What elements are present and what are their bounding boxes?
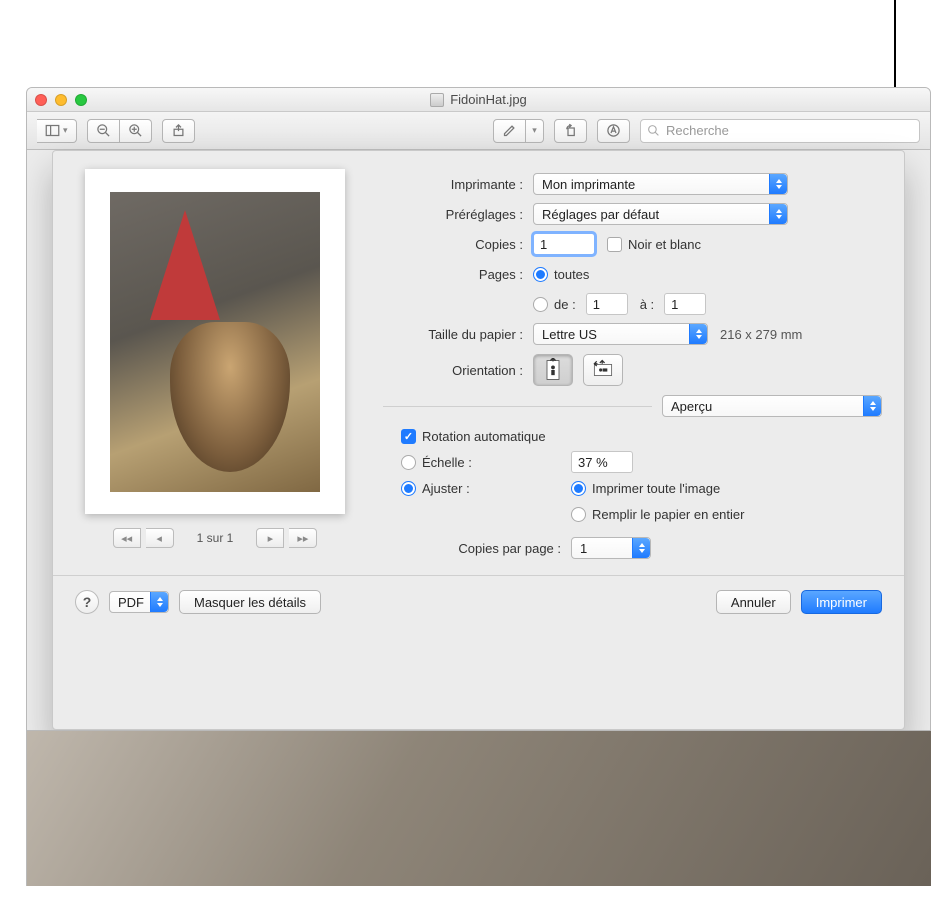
rotate-button[interactable] [554, 119, 587, 143]
landscape-icon [592, 358, 614, 382]
pages-to-label: à : [640, 297, 654, 312]
autorotate-checkbox[interactable] [401, 429, 416, 444]
presets-label: Préréglages : [383, 207, 533, 222]
markup-menu-button[interactable]: ▾ [526, 119, 544, 143]
zoom-in-icon [128, 123, 143, 138]
prev-page-button[interactable]: ◂ [146, 528, 174, 548]
scale-label: Échelle : [422, 455, 472, 470]
orientation-portrait-button[interactable] [533, 354, 573, 386]
print-preview-column: ◂◂ ◂ 1 sur 1 ▸ ▸▸ [75, 169, 355, 561]
portrait-icon [542, 358, 564, 382]
print-button[interactable]: Imprimer [801, 590, 882, 614]
presets-select[interactable]: Réglages par défaut [533, 203, 788, 225]
zoom-icon[interactable] [75, 94, 87, 106]
window-controls [35, 94, 87, 106]
pages-from-field[interactable]: 1 [586, 293, 628, 315]
zoom-out-icon [96, 123, 111, 138]
print-dialog: ◂◂ ◂ 1 sur 1 ▸ ▸▸ Imprimante : Mon impri… [52, 150, 905, 730]
bw-label: Noir et blanc [628, 237, 701, 252]
minimize-icon[interactable] [55, 94, 67, 106]
pages-to-field[interactable]: 1 [664, 293, 706, 315]
zoom-out-button[interactable] [87, 119, 120, 143]
sidebar-icon [45, 123, 60, 138]
app-window: FidoinHat.jpg ▾ ▾ [26, 87, 931, 731]
pencil-icon [502, 123, 517, 138]
fit-fill-paper-radio[interactable] [571, 507, 586, 522]
search-icon [647, 124, 660, 137]
paper-size-label: Taille du papier : [383, 327, 533, 342]
fit-fill-paper-label: Remplir le papier en entier [592, 507, 744, 522]
sidebar-toggle-button[interactable]: ▾ [37, 119, 77, 143]
toolbar: ▾ ▾ Recherche [27, 112, 930, 150]
dialog-footer: ? PDF Masquer les détails Annuler Imprim… [75, 586, 882, 614]
fit-print-whole-radio[interactable] [571, 481, 586, 496]
markup-button[interactable] [493, 119, 526, 143]
copies-field[interactable]: 1 [533, 233, 595, 255]
titlebar: FidoinHat.jpg [27, 88, 930, 112]
copies-label: Copies : [383, 237, 533, 252]
autorotate-label: Rotation automatique [422, 429, 546, 444]
pages-label: Pages : [383, 267, 533, 282]
window-title: FidoinHat.jpg [450, 92, 527, 107]
last-page-button[interactable]: ▸▸ [289, 528, 317, 548]
close-icon[interactable] [35, 94, 47, 106]
share-icon [171, 123, 186, 138]
bw-checkbox[interactable] [607, 237, 622, 252]
document-background-image [26, 731, 931, 886]
chevron-down-icon: ▾ [532, 125, 537, 136]
annotate-button[interactable] [597, 119, 630, 143]
orientation-landscape-button[interactable] [583, 354, 623, 386]
share-button[interactable] [162, 119, 195, 143]
pages-all-label: toutes [554, 267, 589, 282]
printer-label: Imprimante : [383, 177, 533, 192]
printer-select[interactable]: Mon imprimante [533, 173, 788, 195]
document-icon [430, 93, 444, 107]
divider [53, 575, 904, 576]
print-preview-page [85, 169, 345, 514]
copies-per-page-label: Copies par page : [458, 541, 561, 556]
scale-field[interactable]: 37 % [571, 451, 633, 473]
scale-radio[interactable] [401, 455, 416, 470]
rotate-icon [563, 123, 578, 138]
pages-all-radio[interactable] [533, 267, 548, 282]
paper-size-select[interactable]: Lettre US [533, 323, 708, 345]
pages-range-radio[interactable] [533, 297, 548, 312]
annotate-icon [606, 123, 621, 138]
options-section-select[interactable]: Aperçu [662, 395, 882, 417]
hide-details-button[interactable]: Masquer les détails [179, 590, 321, 614]
paper-dimensions: 216 x 279 mm [720, 327, 802, 342]
pdf-menu[interactable]: PDF [109, 591, 169, 613]
search-input[interactable]: Recherche [640, 119, 920, 143]
fit-label: Ajuster : [422, 481, 470, 496]
pages-from-label: de : [554, 297, 576, 312]
page-indicator: 1 sur 1 [179, 531, 252, 545]
search-placeholder: Recherche [666, 123, 729, 138]
fit-print-whole-label: Imprimer toute l'image [592, 481, 720, 496]
help-button[interactable]: ? [75, 590, 99, 614]
print-options-form: Imprimante : Mon imprimante Préréglages … [383, 169, 882, 561]
orientation-label: Orientation : [383, 363, 533, 378]
first-page-button[interactable]: ◂◂ [113, 528, 141, 548]
preview-page-nav: ◂◂ ◂ 1 sur 1 ▸ ▸▸ [113, 528, 318, 548]
print-preview-image [110, 192, 320, 492]
fit-radio[interactable] [401, 481, 416, 496]
copies-per-page-select[interactable]: 1 [571, 537, 651, 559]
zoom-in-button[interactable] [120, 119, 152, 143]
cancel-button[interactable]: Annuler [716, 590, 791, 614]
next-page-button[interactable]: ▸ [256, 528, 284, 548]
